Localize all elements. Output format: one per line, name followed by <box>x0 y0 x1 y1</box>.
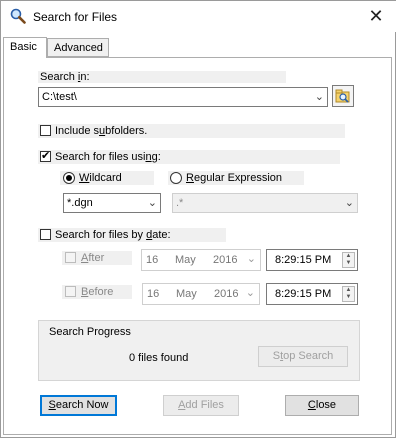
before-time-picker: 8:29:15 PM ▲ ▼ <box>266 283 358 305</box>
title-bar: Search for Files ✕ <box>1 1 396 32</box>
files-found-status: 0 files found <box>129 352 189 364</box>
after-time-picker: 8:29:15 PM ▲ ▼ <box>266 249 358 271</box>
search-using-label: Search for files using: <box>55 151 161 163</box>
before-checkbox <box>65 286 76 297</box>
add-files-button: Add Files <box>163 395 239 416</box>
search-progress-title: Search Progress <box>49 326 131 338</box>
after-date-picker: 16 May 2016 ⌄ <box>141 249 261 271</box>
stop-search-button: Stop Search <box>258 346 348 367</box>
search-in-value: C:\test\ <box>42 91 77 103</box>
chevron-down-icon[interactable]: ⌄ <box>148 196 157 209</box>
tab-basic-label: Basic <box>10 41 37 53</box>
search-now-button[interactable]: Search Now <box>40 395 117 416</box>
tab-basic[interactable]: Basic <box>3 37 47 58</box>
regex-value: .* <box>176 197 184 209</box>
tab-advanced-label: Advanced <box>54 42 103 54</box>
before-date-picker: 16 May 2016 ⌄ <box>142 283 260 305</box>
close-icon[interactable]: ✕ <box>366 6 386 27</box>
chevron-down-icon: ⌄ <box>344 197 354 209</box>
after-day: 16 <box>146 254 159 266</box>
search-progress-group: Search Progress 0 files found Stop Searc… <box>38 320 360 381</box>
spinner-icon: ▲ ▼ <box>342 252 355 268</box>
browse-folder-button[interactable] <box>332 85 354 107</box>
after-month: May <box>175 254 196 266</box>
after-year: 2016 <box>213 254 238 266</box>
tab-strip: Basic Advanced <box>3 37 393 58</box>
wildcard-label: Wildcard <box>79 172 122 184</box>
before-day: 16 <box>147 288 160 300</box>
close-button[interactable]: Close <box>285 395 359 416</box>
tab-advanced[interactable]: Advanced <box>47 38 109 57</box>
wildcard-value: *.dgn <box>67 197 93 209</box>
regex-radio[interactable] <box>170 172 182 184</box>
spinner-icon: ▲ ▼ <box>342 286 355 302</box>
after-time: 8:29:15 PM <box>275 254 332 266</box>
after-label: After <box>81 252 105 264</box>
search-by-date-label: Search for files by date: <box>55 229 171 241</box>
before-year: 2016 <box>214 288 239 300</box>
search-by-date-checkbox[interactable] <box>40 229 51 240</box>
before-month: May <box>176 288 197 300</box>
magnifier-icon <box>10 8 26 24</box>
after-checkbox <box>65 252 76 263</box>
chevron-down-icon[interactable]: ⌄ <box>315 90 324 103</box>
chevron-down-icon: ⌄ <box>246 253 256 265</box>
search-using-checkbox[interactable] <box>40 149 51 162</box>
regex-combo: .* ⌄ <box>172 193 358 213</box>
folder-search-icon <box>335 88 351 107</box>
include-subfolders-label: Include subfolders. <box>55 125 148 137</box>
search-in-label: Search in: <box>40 71 90 83</box>
wildcard-radio[interactable] <box>63 172 75 184</box>
regex-label: Regular Expression <box>186 172 283 184</box>
chevron-down-icon: ⌄ <box>245 287 255 299</box>
window-title: Search for Files <box>33 10 118 24</box>
search-in-combo[interactable]: C:\test\ ⌄ <box>38 87 328 107</box>
before-time: 8:29:15 PM <box>275 288 332 300</box>
search-for-files-dialog: Search for Files ✕ Basic Advanced Search… <box>0 0 396 438</box>
before-label: Before <box>81 286 114 298</box>
include-subfolders-checkbox[interactable] <box>40 125 51 136</box>
wildcard-combo[interactable]: *.dgn ⌄ <box>63 193 161 213</box>
